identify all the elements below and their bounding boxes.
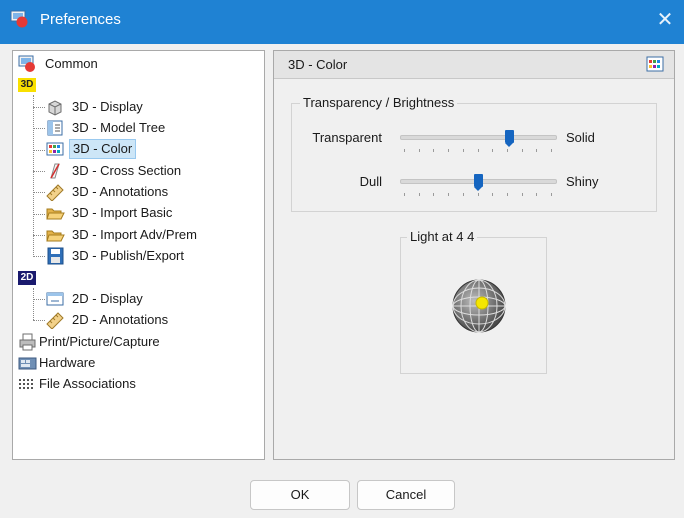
tree-item-label: 3D - Import Basic: [72, 205, 173, 220]
tree-item-label: 3D - Annotations: [72, 184, 169, 199]
ruler-icon: [46, 312, 64, 329]
color-palette-icon: [46, 142, 64, 156]
light-position-box[interactable]: Light at 4 4: [400, 229, 547, 374]
printer-icon: [19, 333, 36, 351]
2d-group-icon: 2D: [18, 271, 36, 285]
cross-section-icon: [50, 163, 60, 179]
shiny-label: Shiny: [566, 174, 599, 189]
dull-label: Dull: [359, 174, 382, 189]
group-title: Transparency / Brightness: [300, 95, 458, 110]
brightness-slider-thumb[interactable]: [473, 174, 483, 191]
panel-header: 3D - Color: [274, 51, 674, 79]
tree-item-label: 3D - Cross Section: [72, 163, 182, 178]
tree-item-label: 2D - Annotations: [72, 312, 169, 327]
slider-tick: [404, 193, 405, 196]
tree-item-label: 3D - Publish/Export: [72, 248, 184, 263]
tree-item-label: 3D - Import Adv/Prem: [72, 227, 197, 242]
tree-item-label: 2D - Display: [72, 291, 143, 306]
slider-tick: [492, 149, 494, 152]
slider-tick: [433, 149, 435, 152]
tree-item-label: Print/Picture/Capture: [39, 334, 160, 349]
slider-tick: [506, 149, 508, 152]
slider-tick: [506, 193, 508, 196]
slider-tick: [448, 193, 450, 196]
slider-tick: [536, 149, 538, 152]
tree-item-label: File Associations: [39, 376, 136, 391]
slider-tick: [448, 149, 450, 152]
tree-item-label: 3D - Color: [69, 139, 137, 159]
slider-tick: [433, 193, 435, 196]
slider-tick: [462, 193, 464, 196]
transparency-slider[interactable]: [400, 135, 557, 140]
slider-tick: [418, 149, 420, 152]
tree-item-label: 3D - Model Tree: [72, 120, 166, 135]
transparency-brightness-group: Transparency / Brightness Transparent So…: [291, 95, 657, 212]
3d-group-icon: 3D: [18, 78, 36, 92]
settings-panel: 3D - Color Transparency / Brightness Tra…: [273, 50, 675, 460]
light-title: Light at 4 4: [407, 229, 478, 244]
folder-open-icon: [46, 208, 65, 220]
slider-tick: [551, 193, 552, 196]
slider-tick: [551, 149, 552, 152]
slider-tick: [404, 149, 405, 152]
transparent-label: Transparent: [312, 130, 382, 145]
slider-tick: [477, 149, 479, 152]
category-tree[interactable]: Common 3D 3D - Display 3D - Model Tree 3…: [12, 50, 265, 460]
cube-icon: [48, 100, 62, 116]
slider-tick: [492, 193, 494, 196]
title-bar: Preferences ✕: [0, 0, 684, 44]
solid-label: Solid: [566, 130, 595, 145]
slider-tick: [536, 193, 538, 196]
transparency-slider-thumb[interactable]: [504, 130, 514, 147]
slider-tick: [418, 193, 420, 196]
hardware-icon: [18, 357, 37, 370]
slider-tick: [521, 193, 523, 196]
slider-tick: [462, 149, 464, 152]
close-icon[interactable]: ✕: [652, 7, 678, 33]
model-tree-icon: [47, 120, 63, 136]
common-icon: [18, 55, 35, 72]
tree-item-label: Common: [45, 56, 98, 71]
display-icon: [46, 292, 64, 306]
slider-tick: [477, 193, 479, 196]
light-sphere-icon[interactable]: [451, 278, 507, 334]
ruler-icon: [46, 184, 64, 201]
slider-tick: [521, 149, 523, 152]
floppy-disk-icon: [47, 247, 64, 265]
folder-open-icon: [46, 230, 65, 242]
file-associations-icon: [19, 379, 33, 389]
cancel-button[interactable]: Cancel: [357, 480, 455, 510]
window-title: Preferences: [40, 11, 121, 28]
ok-button[interactable]: OK: [250, 480, 350, 510]
app-icon: [10, 10, 28, 28]
color-palette-icon: [646, 56, 664, 72]
panel-title: 3D - Color: [288, 57, 348, 72]
tree-item-label: Hardware: [39, 355, 96, 370]
tree-item-label: 3D - Display: [72, 99, 143, 114]
